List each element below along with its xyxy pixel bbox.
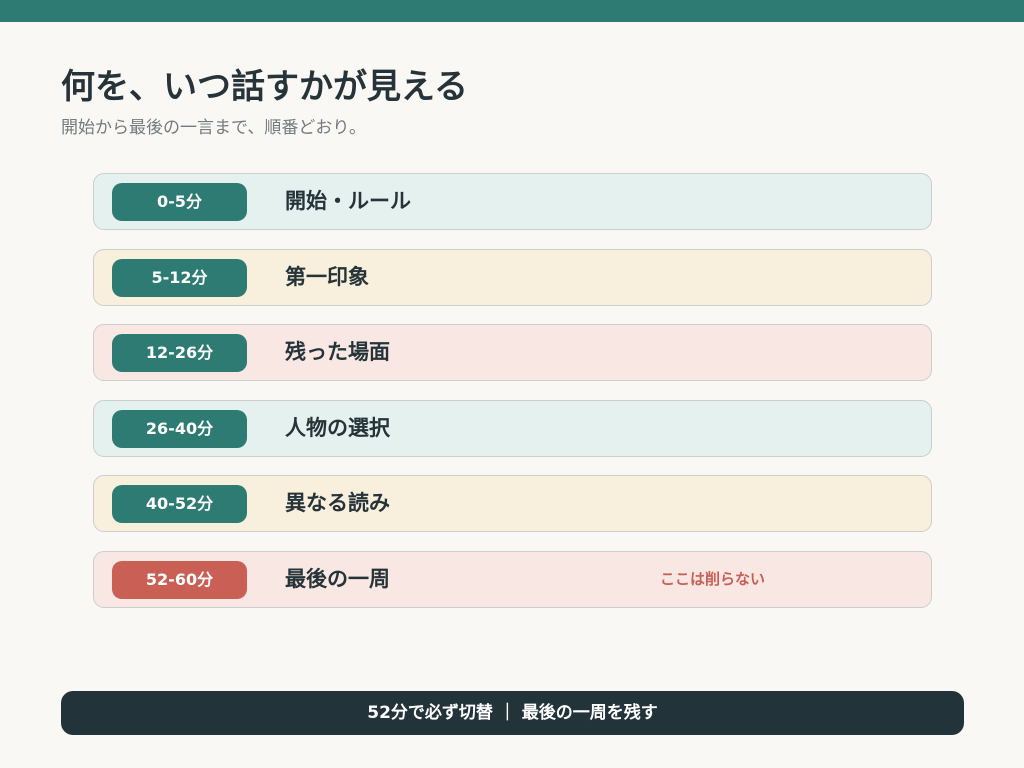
agenda-item-label: 異なる読み: [285, 491, 390, 515]
agenda-row-first-impression: 5-12分 第一印象: [93, 248, 932, 306]
agenda-row-final-round: 52-60分 最後の一周 ここは削らない: [93, 550, 932, 608]
time-badge: 0-5分: [112, 183, 247, 221]
page-subtitle: 開始から最後の一言まで、順番どおり。: [61, 118, 366, 138]
agenda-item-label: 開始・ルール: [285, 189, 411, 213]
agenda-item-label: 第一印象: [285, 264, 369, 289]
page-title: 何を、いつ話すかが見える: [61, 67, 468, 107]
time-badge: 5-12分: [112, 258, 247, 297]
agenda-row-readings: 40-52分 異なる読み: [93, 475, 932, 532]
agenda-row-opening: 0-5分 開始・ルール: [93, 173, 932, 230]
time-badge: 40-52分: [112, 485, 247, 523]
agenda-row-scenes: 12-26分 残った場面: [93, 324, 932, 381]
agenda-item-label: 最後の一周: [285, 566, 390, 591]
time-badge: 52-60分: [112, 560, 247, 599]
keep-note: ここは削らない: [660, 569, 766, 588]
agenda-list: 0-5分 開始・ルール 5-12分 第一印象 12-26分 残った場面 26-4…: [93, 173, 932, 626]
time-badge: 12-26分: [112, 334, 247, 372]
agenda-row-characters: 26-40分 人物の選択: [93, 399, 932, 457]
time-badge: 26-40分: [112, 409, 247, 448]
footer-banner: 52分で必ず切替 ｜ 最後の一周を残す: [61, 691, 964, 735]
agenda-item-label: 人物の選択: [285, 415, 390, 440]
agenda-item-label: 残った場面: [285, 340, 390, 364]
top-accent-bar: [0, 0, 1024, 22]
